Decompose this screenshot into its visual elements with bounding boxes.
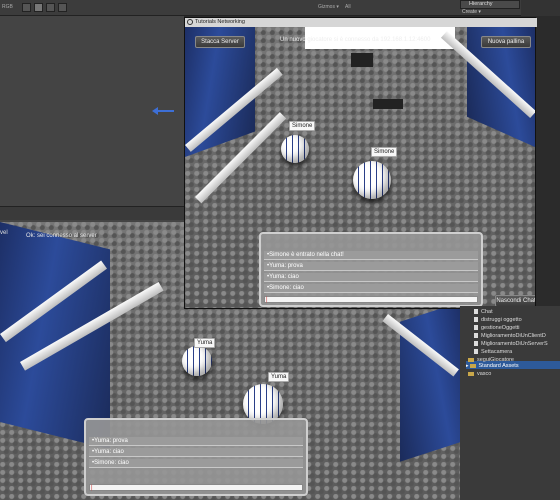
project-item-label: MiglioramentoDiUnClientD — [481, 333, 546, 339]
project-folder[interactable]: vasco — [468, 371, 491, 377]
server-game-window: Tutorials Networking Stacca Server Un nu… — [184, 17, 537, 309]
project-item-label: MiglioramentoDiUnServerS — [481, 341, 548, 347]
player-name-label: Yuma — [194, 338, 216, 348]
chat-message: •Yuma: prova — [89, 437, 303, 446]
project-item-label: Standard Assets — [478, 363, 519, 369]
window-title: Tutorials Networking — [185, 18, 537, 27]
script-file-icon — [474, 325, 478, 331]
render-mode-label[interactable]: RGB — [2, 4, 13, 10]
status-bar-left: vel — [0, 230, 10, 240]
project-item[interactable]: MiglioramentoDiUnServerS — [474, 341, 548, 347]
folder-icon — [468, 371, 474, 376]
project-item[interactable]: gestioneOggetti — [474, 325, 520, 331]
toolbar-button[interactable] — [58, 3, 67, 12]
player-name-label: Yuma — [268, 372, 290, 382]
move-gizmo-arrow[interactable] — [156, 110, 174, 112]
script-file-icon — [474, 349, 478, 355]
project-item-label: distruggi oggetto — [481, 317, 522, 323]
chat-panel: •Yuma: prova •Yuma: ciao •Simone: ciao | — [84, 418, 308, 496]
player-ball[interactable] — [281, 135, 309, 163]
project-item[interactable]: distruggi oggetto — [474, 317, 522, 323]
window-icon — [187, 19, 193, 25]
project-item[interactable]: Settacamera — [474, 349, 512, 355]
folder-icon — [468, 357, 474, 362]
shadow-block — [373, 99, 403, 109]
new-ball-button[interactable]: Nuova pallina — [481, 36, 531, 48]
scene-view-footer — [0, 206, 184, 220]
gizmos-dropdown[interactable]: Gizmos ▾ — [318, 4, 339, 10]
connection-status: Ok: sei connesso al server — [26, 233, 97, 239]
project-folder[interactable]: ▸ Standard Assets — [466, 363, 519, 369]
player-name-label: Simone — [289, 121, 316, 131]
play-button[interactable] — [34, 3, 43, 12]
chat-message: •Simone: ciao — [264, 284, 478, 293]
connection-message: Un nuovo giocatore si è connesso da 192.… — [280, 37, 431, 43]
player-ball[interactable] — [353, 161, 391, 199]
chat-message: •Yuma: ciao — [264, 273, 478, 282]
chat-message: •Simone è entrato nella chat! — [264, 251, 478, 260]
editor-panel-header — [521, 0, 560, 16]
expand-arrow-icon[interactable]: ▸ — [466, 363, 469, 369]
hierarchy-tab[interactable]: Hierarchy — [460, 0, 520, 9]
player-ball[interactable] — [182, 346, 212, 376]
script-file-icon — [474, 333, 478, 339]
hierarchy-create-button[interactable]: Create ▾ — [462, 9, 481, 15]
right-wall — [400, 302, 460, 462]
stop-server-button[interactable]: Stacca Server — [195, 36, 245, 48]
player-name-label: Simone — [371, 147, 398, 157]
status-text-left: vel — [0, 230, 8, 236]
project-item-label: vasco — [477, 371, 492, 377]
chat-input[interactable]: | — [89, 484, 303, 491]
project-item-label: Settacamera — [481, 349, 513, 355]
move-gizmo-arrowhead-icon[interactable] — [152, 107, 158, 115]
script-file-icon — [474, 317, 478, 323]
folder-icon — [469, 363, 476, 368]
chat-panel: •Simone è entrato nella chat! •Yuma: pro… — [259, 232, 483, 307]
toolbar-button[interactable] — [46, 3, 55, 12]
script-file-icon — [474, 341, 478, 347]
project-item-label: gestioneOggetti — [481, 325, 520, 331]
project-item[interactable]: MiglioramentoDiUnClientD — [474, 333, 546, 339]
project-item-chat[interactable]: Chat — [474, 309, 493, 315]
server-game-view[interactable]: Stacca Server Un nuovo giocatore si è co… — [185, 27, 535, 308]
shadow-block — [351, 53, 373, 67]
script-file-icon — [474, 309, 478, 315]
project-item-label: Chat — [481, 309, 493, 315]
chat-message: •Simone: ciao — [89, 459, 303, 468]
gizmos-search[interactable]: All — [345, 4, 351, 10]
chat-message: •Yuma: ciao — [89, 448, 303, 457]
chat-message: •Yuma: prova — [264, 262, 478, 271]
chat-input[interactable]: | — [264, 296, 478, 303]
toolbar-button[interactable] — [22, 3, 31, 12]
left-wall — [0, 222, 110, 450]
scene-view[interactable] — [0, 16, 184, 222]
